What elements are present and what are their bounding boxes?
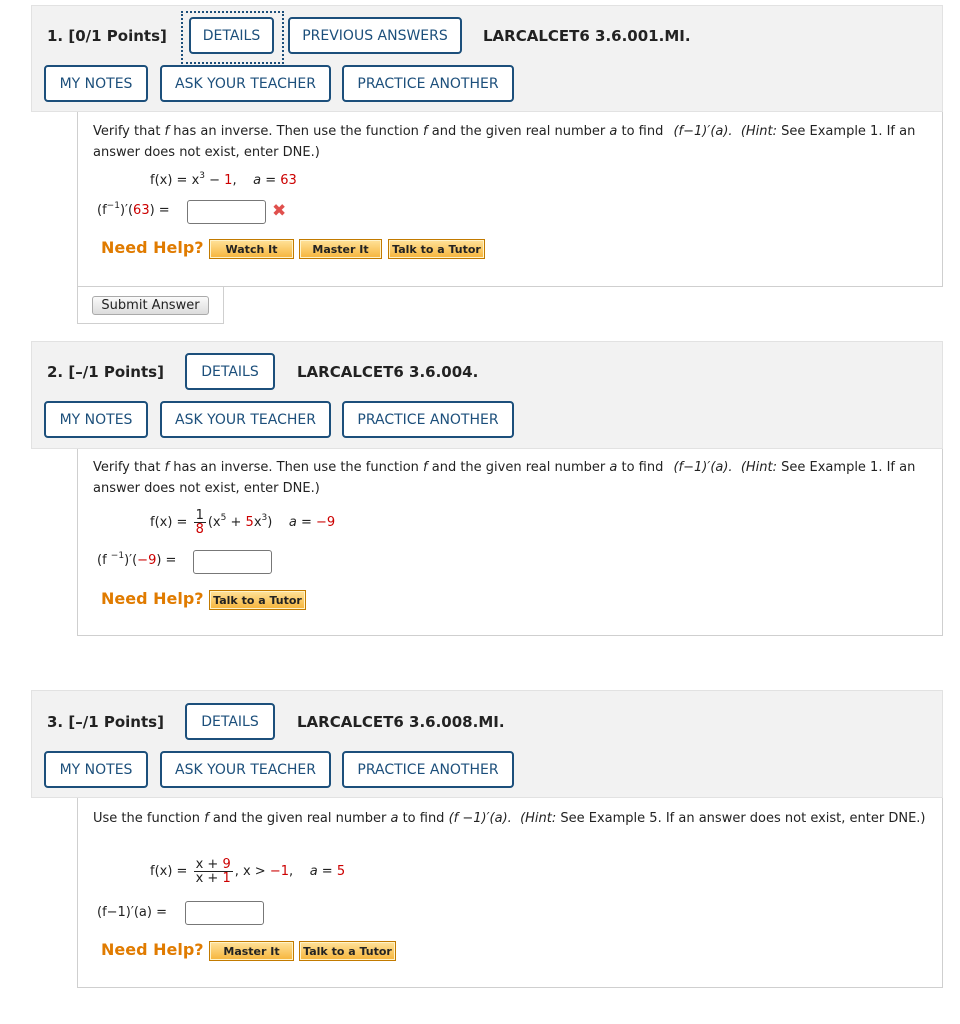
my-notes-button[interactable]: MY NOTES xyxy=(44,751,148,788)
question-3-body: Use the function f and the given real nu… xyxy=(77,798,943,988)
ask-teacher-button[interactable]: ASK YOUR TEACHER xyxy=(160,65,331,102)
question-2-code: LARCALCET6 3.6.004. xyxy=(297,363,479,381)
talk-to-tutor-button[interactable]: Talk to a Tutor xyxy=(209,590,306,610)
need-help-label: Need Help? xyxy=(101,589,204,608)
talk-to-tutor-button[interactable]: Talk to a Tutor xyxy=(388,239,485,259)
question-1-body: Verify that f has an inverse. Then use t… xyxy=(77,112,943,287)
question-2-title: 2. [–/1 Points] xyxy=(47,363,164,381)
master-it-button[interactable]: Master It xyxy=(299,239,382,259)
question-1-function: f(x) = x3 − 1, a = 63 xyxy=(150,171,297,189)
question-3-code: LARCALCET6 3.6.008.MI. xyxy=(297,713,505,731)
details-button[interactable]: DETAILS xyxy=(185,353,275,390)
question-1-code: LARCALCET6 3.6.001.MI. xyxy=(483,27,691,45)
question-2-fraction: 18 xyxy=(193,508,206,537)
question-3-title: 3. [–/1 Points] xyxy=(47,713,164,731)
talk-to-tutor-button[interactable]: Talk to a Tutor xyxy=(299,941,396,961)
question-2-answer-input[interactable] xyxy=(193,550,272,574)
practice-another-button[interactable]: PRACTICE ANOTHER xyxy=(342,401,514,438)
question-1-answer-input[interactable] xyxy=(187,200,266,224)
my-notes-button[interactable]: MY NOTES xyxy=(44,401,148,438)
question-2-header: 2. [–/1 Points] DETAILS LARCALCET6 3.6.0… xyxy=(31,341,943,449)
submit-area: Submit Answer xyxy=(77,287,224,324)
question-2-answer-label: (f −1)′(−9) = xyxy=(97,551,177,569)
question-2-function: f(x) = 1 8 (x5 + 5x3) a = −9 xyxy=(150,508,336,537)
practice-another-button[interactable]: PRACTICE ANOTHER xyxy=(342,751,514,788)
question-3-function: f(x) = x + 9x + 1, x > −1, a = 5 xyxy=(150,857,346,886)
master-it-button[interactable]: Master It xyxy=(209,941,294,961)
question-2-body: Verify that f has an inverse. Then use t… xyxy=(77,449,943,636)
ask-teacher-button[interactable]: ASK YOUR TEACHER xyxy=(160,751,331,788)
submit-answer-button[interactable]: Submit Answer xyxy=(92,296,209,315)
question-2-prompt: Verify that f has an inverse. Then use t… xyxy=(93,460,916,496)
practice-another-button[interactable]: PRACTICE ANOTHER xyxy=(342,65,514,102)
question-3-header: 3. [–/1 Points] DETAILS LARCALCET6 3.6.0… xyxy=(31,690,943,798)
question-1-header: 1. [0/1 Points] DETAILS PREVIOUS ANSWERS… xyxy=(31,5,943,112)
details-button[interactable]: DETAILS xyxy=(189,17,274,54)
need-help-label: Need Help? xyxy=(101,940,204,959)
question-3-prompt: Use the function f and the given real nu… xyxy=(93,811,926,826)
need-help-label: Need Help? xyxy=(101,238,204,257)
question-3-answer-input[interactable] xyxy=(185,901,264,925)
watch-it-button[interactable]: Watch It xyxy=(209,239,294,259)
ask-teacher-button[interactable]: ASK YOUR TEACHER xyxy=(160,401,331,438)
question-3-answer-label: (f−1)′(a) = xyxy=(97,905,167,920)
question-3-fraction: x + 9x + 1 xyxy=(193,857,233,886)
question-1-title: 1. [0/1 Points] xyxy=(47,27,167,45)
my-notes-button[interactable]: MY NOTES xyxy=(44,65,148,102)
details-button[interactable]: DETAILS xyxy=(185,703,275,740)
question-1-prompt: Verify that f has an inverse. Then use t… xyxy=(93,124,916,160)
incorrect-x-icon: ✖ xyxy=(272,201,287,221)
question-1-answer-label: (f−1)′(63) = xyxy=(97,201,170,219)
previous-answers-button[interactable]: PREVIOUS ANSWERS xyxy=(288,17,462,54)
